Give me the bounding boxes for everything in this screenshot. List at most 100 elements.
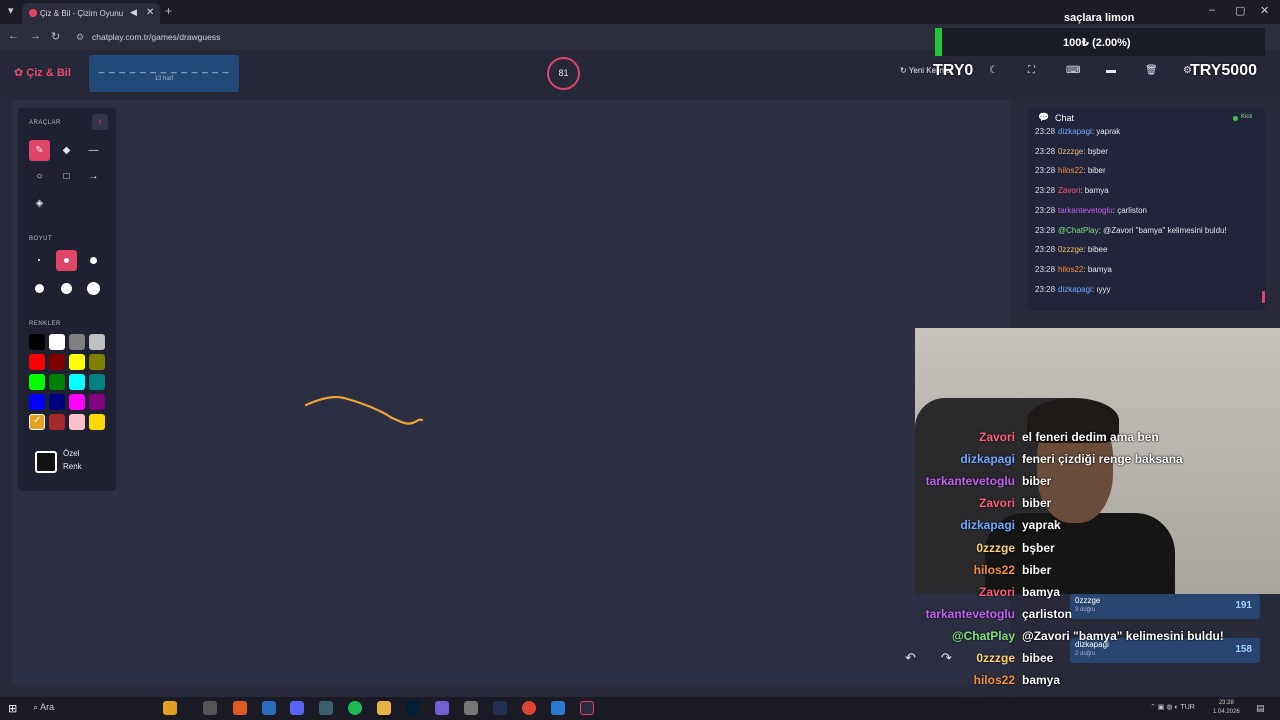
stream-chat-username: hilos22 [973, 673, 1015, 688]
system-tray[interactable]: ⌃ ▣ ◍ ◐ TUR [1150, 703, 1195, 711]
chat-username[interactable]: Zavori [1058, 186, 1080, 195]
size-1[interactable] [29, 250, 50, 271]
size-2[interactable] [56, 250, 77, 271]
url-field[interactable]: ⚙ chatplay.com.tr/games/drawguess [72, 29, 932, 45]
folder-icon[interactable] [377, 701, 391, 715]
back-icon[interactable]: ← [8, 30, 19, 42]
color-swatch[interactable] [69, 394, 85, 410]
color-swatch[interactable] [49, 374, 65, 390]
redo-icon[interactable]: ↷ [941, 650, 952, 666]
custom-color-swatch[interactable] [35, 451, 57, 473]
color-swatch[interactable] [29, 374, 45, 390]
app-icon[interactable] [464, 701, 478, 715]
chat-username[interactable]: @ChatPlay [1058, 226, 1099, 235]
color-swatch[interactable] [69, 334, 85, 350]
chat-username[interactable]: 0zzzge [1058, 147, 1083, 156]
eraser-tool[interactable]: ◆ [56, 140, 77, 161]
colors-title: RENKLER [29, 321, 61, 327]
chat-username[interactable]: 0zzzge [1058, 245, 1083, 254]
chat-message: 23:28 hilos22: bamya [1035, 265, 1112, 274]
custom-color-button[interactable]: Özel Renk [63, 447, 82, 473]
maximize-icon[interactable]: ▢ [1235, 4, 1245, 17]
pen-tool[interactable]: ✎ [29, 140, 50, 161]
clock-date: 1.04.2026 [1213, 709, 1240, 715]
keyboard-icon[interactable]: ⌨ [1066, 65, 1080, 76]
color-swatch[interactable] [69, 354, 85, 370]
chat-text: bibee [1087, 245, 1108, 255]
dark-mode-icon[interactable]: ☾ [989, 65, 998, 76]
word-display: _ _ _ _ _ _ _ _ _ _ _ _ _ 13 harf [89, 55, 239, 92]
size-4[interactable] [29, 278, 50, 299]
trash-icon[interactable]: 🗑 [1145, 65, 1158, 76]
color-swatch[interactable] [29, 354, 45, 370]
notification-icon[interactable]: ▤ [1256, 703, 1265, 714]
check-icon: ✓ [33, 415, 42, 426]
chat-username[interactable]: hilos22 [1058, 166, 1083, 175]
size-5[interactable] [56, 278, 77, 299]
copilot-icon[interactable] [163, 701, 177, 715]
app-icon[interactable] [319, 701, 333, 715]
color-swatch[interactable] [69, 374, 85, 390]
discord-icon[interactable] [290, 701, 304, 715]
app-icon[interactable] [262, 701, 276, 715]
color-swatch[interactable] [29, 334, 45, 350]
photoshop-icon[interactable] [406, 701, 420, 715]
audio-icon[interactable]: ◀ [130, 7, 137, 18]
line-tool[interactable]: — [83, 140, 104, 161]
reload-icon[interactable]: ↻ [51, 30, 60, 43]
circle-tool[interactable]: ○ [29, 166, 50, 187]
color-swatch[interactable] [89, 334, 105, 350]
chat-scrollbar[interactable] [1262, 291, 1265, 303]
browser-tab[interactable]: Çiz & Bil - Çizim Oyunu ◀ ✕ [22, 3, 160, 24]
fullscreen-icon[interactable]: ⛶ [1028, 65, 1035, 76]
rectangle-tool[interactable]: □ [56, 166, 77, 187]
chat-username[interactable]: dizkapagi [1058, 285, 1092, 294]
color-swatch[interactable] [29, 394, 45, 410]
player-points: 191 [1235, 600, 1252, 611]
new-tab-button[interactable]: + [165, 4, 172, 18]
word-dashes: _ _ _ _ _ _ _ _ _ _ _ _ _ [98, 63, 230, 74]
minimize-icon[interactable]: – [1209, 4, 1215, 16]
undo-icon[interactable]: ↶ [905, 650, 916, 666]
app-icon[interactable] [435, 701, 449, 715]
active-app-icon[interactable] [580, 701, 594, 715]
browser-icon[interactable] [233, 701, 247, 715]
collapse-panel-button[interactable]: ‹ [92, 114, 108, 130]
color-swatch[interactable] [89, 414, 105, 430]
color-swatch[interactable] [69, 414, 85, 430]
color-swatch[interactable] [89, 354, 105, 370]
forward-icon[interactable]: → [30, 30, 41, 42]
arrow-tool[interactable]: → [83, 166, 104, 187]
color-swatch[interactable] [49, 354, 65, 370]
stream-chat-text: bamya [1022, 673, 1061, 688]
color-swatch[interactable] [89, 374, 105, 390]
chat-username[interactable]: hilos22 [1058, 265, 1083, 274]
color-swatch[interactable]: ✓ [29, 414, 45, 430]
clear-icon[interactable]: ▬ [1106, 65, 1116, 76]
app-logo[interactable]: ✿ Çiz & Bil [14, 66, 71, 79]
tab-list-icon[interactable]: ▾ [8, 4, 14, 17]
site-info-icon[interactable]: ⚙ [76, 29, 84, 45]
color-swatch[interactable] [89, 394, 105, 410]
drawing-canvas[interactable] [12, 100, 1010, 685]
close-window-icon[interactable]: ✕ [1260, 4, 1269, 17]
size-6[interactable] [83, 278, 104, 299]
windows-start-icon[interactable]: ⊞ [8, 702, 17, 715]
chat-username[interactable]: tarkantevetoglu [1058, 206, 1113, 215]
size-3[interactable] [83, 250, 104, 271]
chat-username[interactable]: dizkapagi [1058, 127, 1092, 136]
app-icon[interactable] [493, 701, 507, 715]
color-swatch[interactable] [49, 414, 65, 430]
color-swatch[interactable] [49, 334, 65, 350]
fill-tool[interactable]: ◈ [29, 193, 50, 214]
color-swatch[interactable] [49, 394, 65, 410]
spotify-icon[interactable] [348, 701, 362, 715]
close-tab-icon[interactable]: ✕ [146, 7, 154, 18]
chat-message: 23:28 0zzzge: bibee [1035, 245, 1107, 254]
taskbar-search[interactable]: ⌕ Ara [33, 702, 54, 713]
task-view-icon[interactable] [203, 701, 217, 715]
taskbar-clock[interactable]: 23:28 1.04.2026 [1213, 699, 1240, 717]
chrome-icon[interactable] [522, 701, 536, 715]
stream-chat-text: @Zavori "bamya" kelimesini buldu! [1022, 628, 1224, 643]
app-icon[interactable] [551, 701, 565, 715]
